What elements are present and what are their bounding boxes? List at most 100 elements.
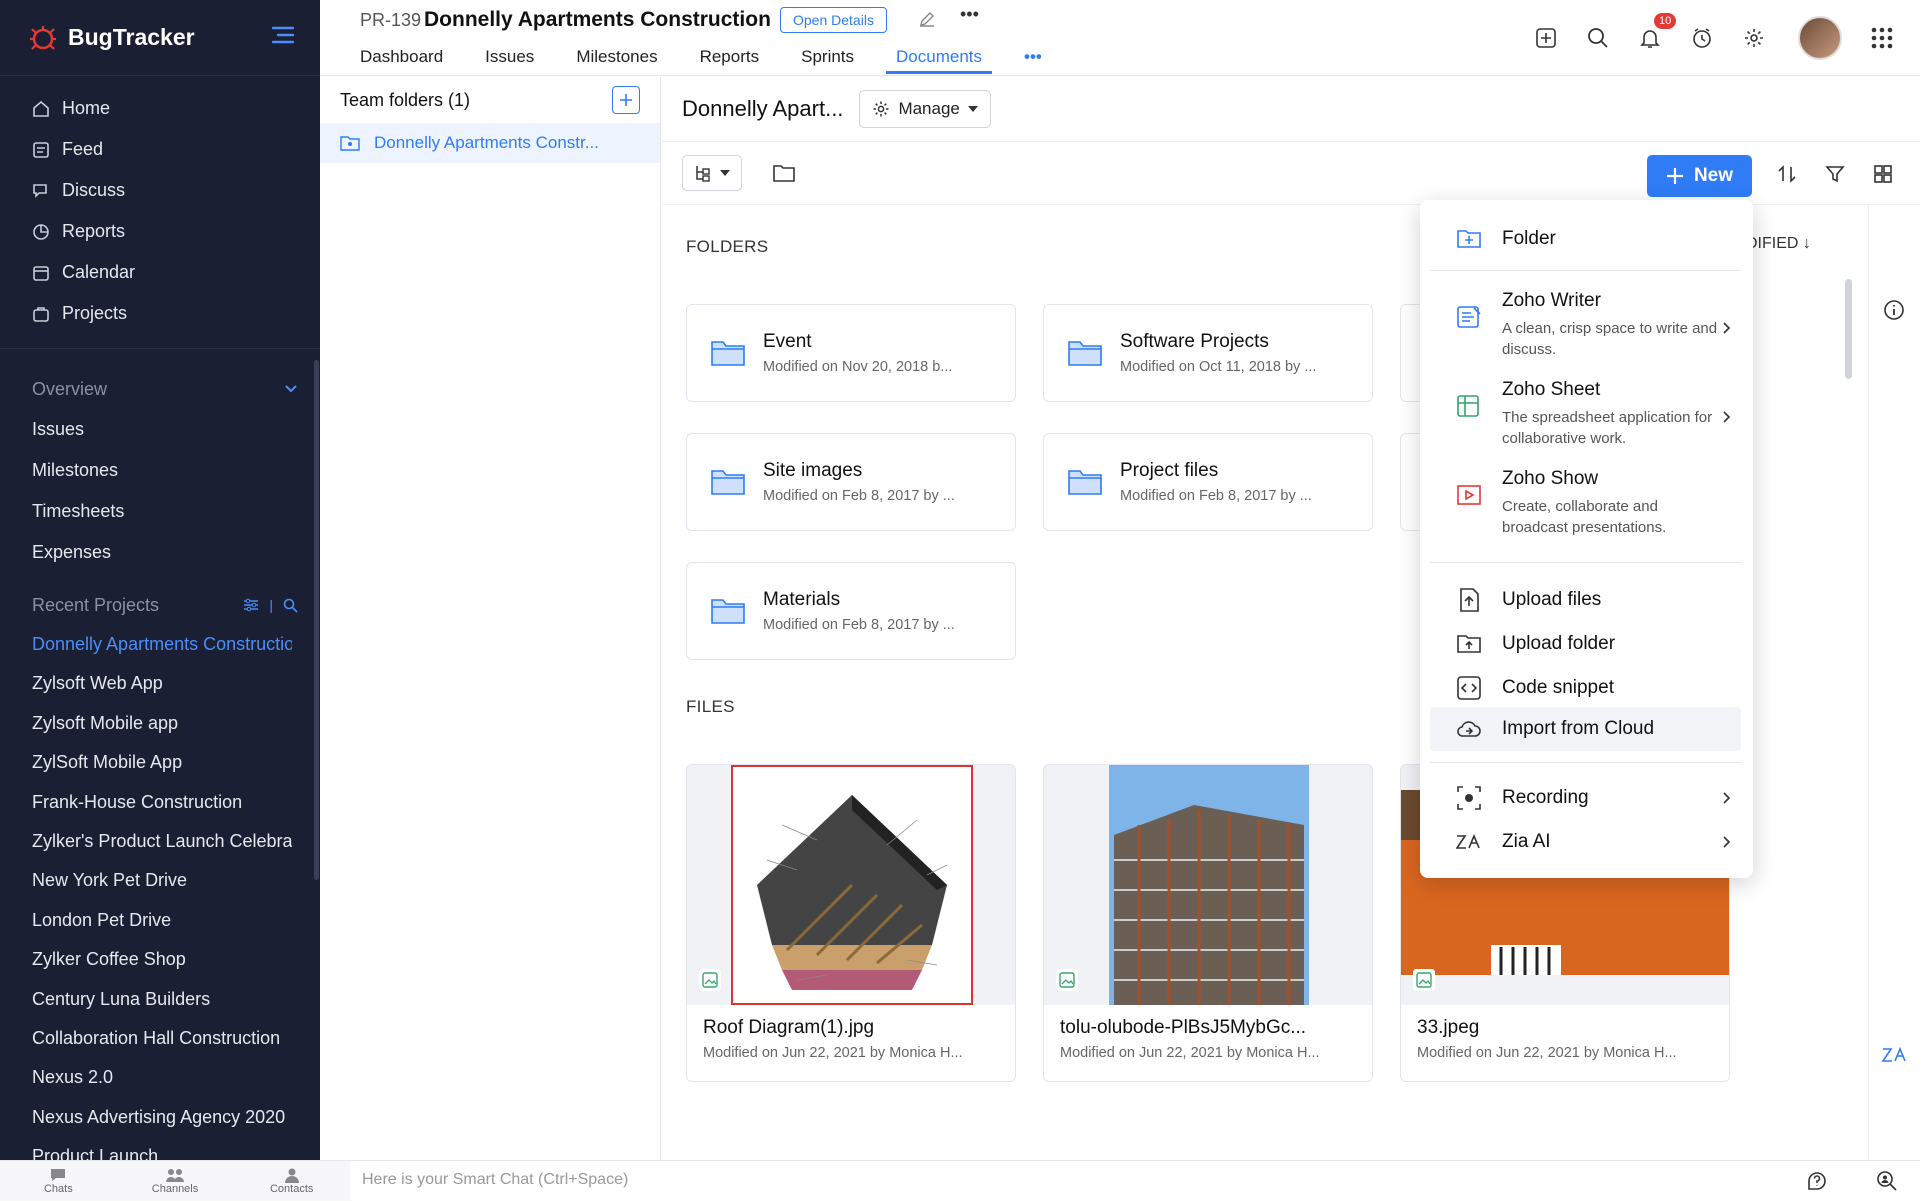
- sidebar-scrollbar[interactable]: [314, 360, 319, 880]
- team-folder-item[interactable]: Donnelly Apartments Constr...: [320, 123, 660, 163]
- settings-gear-icon[interactable]: [1728, 27, 1780, 49]
- recent-project-item[interactable]: Zylsoft Mobile app: [0, 704, 292, 743]
- menu-item-zoho-writer[interactable]: Zoho Writer A clean, crisp space to write…: [1430, 290, 1741, 360]
- help-icon[interactable]: [1806, 1170, 1828, 1192]
- menu-item-recording[interactable]: Recording: [1430, 778, 1741, 818]
- menu-toggle-icon[interactable]: [272, 26, 294, 44]
- sort-by-modified[interactable]: DIFIED ↓: [1746, 235, 1811, 253]
- folder-meta: Modified on Feb 8, 2017 by ...: [763, 617, 955, 633]
- menu-item-upload-folder[interactable]: Upload folder: [1430, 624, 1741, 664]
- menu-item-zoho-sheet[interactable]: Zoho Sheet The spreadsheet application fo…: [1430, 379, 1741, 449]
- recent-project-item[interactable]: ZylSoft Mobile App: [0, 743, 292, 782]
- caret-down-icon: [720, 170, 730, 176]
- nav-discuss[interactable]: Discuss: [0, 170, 320, 211]
- recent-project-item[interactable]: Zylsoft Web App: [0, 664, 292, 703]
- folder-card-software-projects[interactable]: Software Projects Modified on Oct 11, 201…: [1043, 304, 1373, 402]
- cloud-import-icon: [1457, 721, 1481, 737]
- new-label: New: [1693, 165, 1734, 186]
- tab-reports[interactable]: Reports: [700, 40, 760, 74]
- nav-projects[interactable]: Projects: [0, 293, 320, 334]
- zia-icon[interactable]: [1881, 1045, 1907, 1065]
- search-icon[interactable]: [283, 598, 298, 613]
- discuss-icon: [33, 183, 47, 198]
- filter-settings-icon[interactable]: [243, 598, 259, 612]
- menu-item-desc: Create, collaborate and broadcast presen…: [1502, 498, 1667, 536]
- tab-documents[interactable]: Documents: [886, 40, 993, 74]
- nav-reports[interactable]: Reports: [0, 211, 320, 252]
- menu-item-code-snippet[interactable]: Code snippet: [1430, 668, 1741, 708]
- overview-item-expenses[interactable]: Expenses: [0, 532, 320, 573]
- nav-feed[interactable]: Feed: [0, 129, 320, 170]
- folder-icon: [711, 341, 745, 366]
- recent-project-item[interactable]: Nexus Advertising Agency 2020: [0, 1098, 292, 1137]
- recent-project-item[interactable]: Century Luna Builders: [0, 980, 292, 1019]
- folder-card-project-files[interactable]: Project files Modified on Feb 8, 2017 by …: [1043, 433, 1373, 531]
- timer-icon[interactable]: [1676, 27, 1728, 49]
- edit-pen-icon[interactable]: [918, 10, 936, 28]
- global-search-icon[interactable]: [1572, 27, 1624, 49]
- recent-project-item[interactable]: Zylker Coffee Shop: [0, 940, 292, 979]
- menu-item-label: Recording: [1502, 787, 1589, 808]
- recent-project-item[interactable]: Nexus 2.0: [0, 1058, 292, 1097]
- folder-card-event[interactable]: Event Modified on Nov 20, 2018 b...: [686, 304, 1016, 402]
- recent-project-item[interactable]: Product Launch: [0, 1137, 292, 1160]
- overview-item-timesheets[interactable]: Timesheets: [0, 491, 320, 532]
- menu-item-zoho-show[interactable]: Zoho Show Create, collaborate and broadca…: [1430, 468, 1741, 538]
- menu-item-folder[interactable]: Folder: [1430, 222, 1741, 256]
- tab-dashboard[interactable]: Dashboard: [360, 40, 443, 74]
- menu-item-import-from-cloud[interactable]: Import from Cloud: [1430, 707, 1741, 751]
- channels-tab[interactable]: Channels: [117, 1161, 234, 1201]
- filter-icon[interactable]: [1818, 154, 1852, 194]
- manage-button[interactable]: Manage: [859, 90, 991, 128]
- search-people-icon[interactable]: [1876, 1170, 1898, 1192]
- nav-home[interactable]: Home: [0, 88, 320, 129]
- project-id: PR-139: [360, 10, 422, 30]
- nav-calendar[interactable]: Calendar: [0, 252, 320, 293]
- menu-item-upload-files[interactable]: Upload files: [1430, 580, 1741, 620]
- open-details-button[interactable]: Open Details: [780, 7, 887, 33]
- upload-folder-icon: [1457, 635, 1481, 653]
- new-button[interactable]: New: [1647, 155, 1752, 197]
- menu-item-label: Folder: [1502, 228, 1556, 249]
- folder-outline-icon[interactable]: [772, 163, 796, 183]
- tab-milestones[interactable]: Milestones: [576, 40, 657, 74]
- chevron-right-icon: [1723, 836, 1731, 848]
- recent-project-item[interactable]: Frank-House Construction: [0, 783, 292, 822]
- recent-project-item[interactable]: Collaboration Hall Construction: [0, 1019, 292, 1058]
- add-folder-button[interactable]: [612, 86, 640, 114]
- recent-project-item[interactable]: New York Pet Drive: [0, 861, 292, 900]
- tab-sprints[interactable]: Sprints: [801, 40, 854, 74]
- tree-view-toggle[interactable]: [682, 155, 742, 191]
- file-card-building-photo[interactable]: tolu-olubode-PlBsJ5MybGc... Modified on …: [1043, 764, 1373, 1082]
- overview-header[interactable]: Overview: [0, 369, 320, 409]
- app-grid-icon[interactable]: [1856, 27, 1908, 49]
- overview-item-issues[interactable]: Issues: [0, 409, 320, 450]
- recent-project-item[interactable]: Donnelly Apartments Construction: [0, 625, 292, 664]
- tabs-more-icon[interactable]: •••: [1024, 40, 1042, 74]
- overview-item-milestones[interactable]: Milestones: [0, 450, 320, 491]
- user-avatar[interactable]: [1798, 16, 1842, 60]
- file-name: Roof Diagram(1).jpg: [703, 1017, 875, 1038]
- app-name: BugTracker: [68, 24, 195, 50]
- grid-view-icon[interactable]: [1866, 154, 1900, 194]
- info-icon[interactable]: [1883, 299, 1905, 321]
- folder-card-site-images[interactable]: Site images Modified on Feb 8, 2017 by ..…: [686, 433, 1016, 531]
- chats-tab[interactable]: Chats: [0, 1161, 117, 1201]
- recent-project-item[interactable]: Zylker's Product Launch Celebration: [0, 822, 292, 861]
- more-actions-icon[interactable]: •••: [960, 4, 979, 25]
- contacts-tab[interactable]: Contacts: [233, 1161, 350, 1201]
- nav-label: Feed: [62, 139, 104, 159]
- folder-card-materials[interactable]: Materials Modified on Feb 8, 2017 by ...: [686, 562, 1016, 660]
- folder-icon: [1068, 341, 1102, 366]
- file-card-roof-diagram[interactable]: Roof Diagram(1).jpg Modified on Jun 22, …: [686, 764, 1016, 1082]
- quick-add-icon[interactable]: [1520, 27, 1572, 49]
- recent-project-item[interactable]: London Pet Drive: [0, 901, 292, 940]
- smart-chat-input[interactable]: Here is your Smart Chat (Ctrl+Space): [362, 1171, 628, 1189]
- menu-item-zia-ai[interactable]: Zia AI: [1430, 822, 1741, 862]
- chevron-down-icon[interactable]: [284, 384, 298, 394]
- sort-icon[interactable]: [1770, 154, 1804, 194]
- content-scrollbar[interactable]: [1845, 279, 1852, 379]
- tab-issues[interactable]: Issues: [485, 40, 534, 74]
- caret-down-icon: [967, 106, 978, 112]
- notifications-icon[interactable]: 10: [1624, 13, 1677, 49]
